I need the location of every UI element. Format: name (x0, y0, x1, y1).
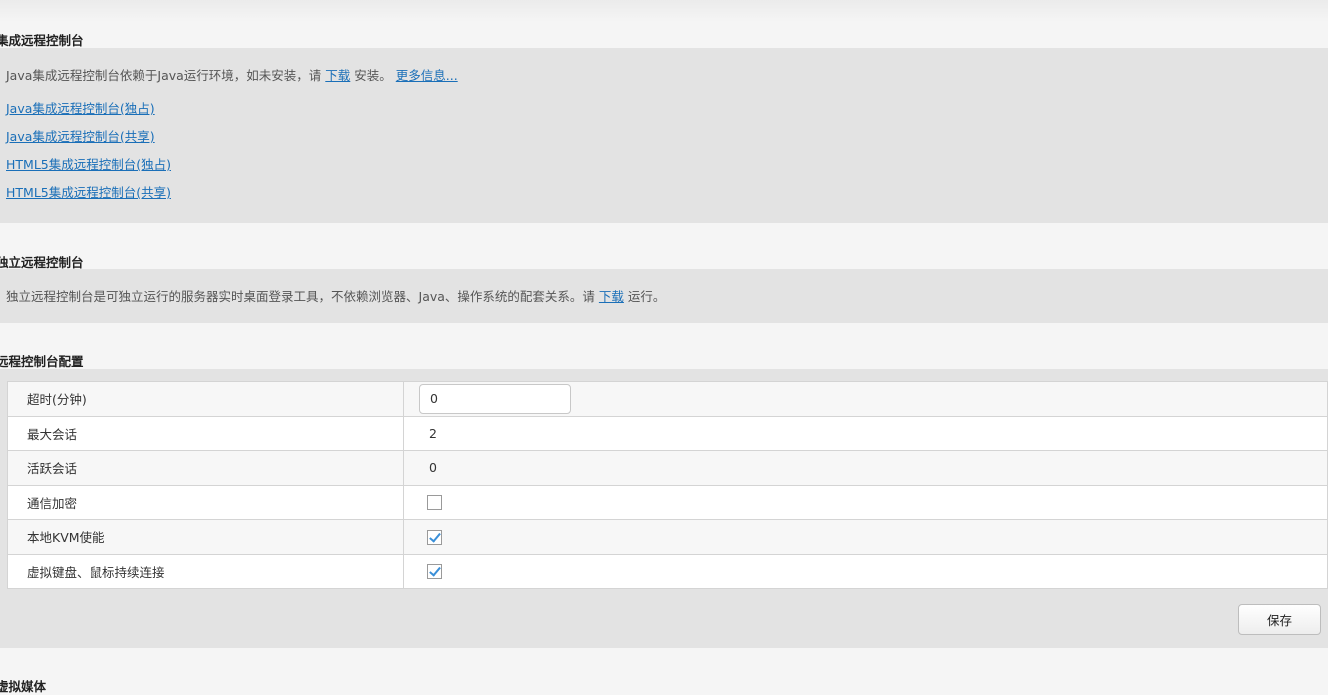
encryption-label: 通信加密 (7, 484, 404, 520)
config-title: 远程控制台配置 (0, 354, 84, 369)
active-sessions-label: 活跃会话 (7, 450, 404, 486)
config-row-encryption: 通信加密 (7, 484, 1328, 520)
encryption-checkbox[interactable] (427, 495, 442, 511)
standalone-console-panel: 独立远程控制台是可独立运行的服务器实时桌面登录工具，不依赖浏览器、Java、操作… (0, 269, 1328, 323)
config-row-persistent-connection: 虚拟键盘、鼠标持续连接 (7, 553, 1328, 589)
standalone-desc-suffix: 运行。 (623, 289, 666, 304)
config-row-local-kvm: 本地KVM使能 (7, 519, 1328, 555)
max-sessions-value: 2 (403, 415, 1328, 451)
timeout-label: 超时(分钟) (7, 381, 404, 417)
save-button[interactable]: 保存 (1238, 604, 1321, 635)
integrated-console-desc: Java集成远程控制台依赖于Java运行环境，如未安装，请 下载 安装。 更多信… (6, 65, 458, 84)
html5-console-shared-link[interactable]: HTML5集成远程控制台(共享) (6, 179, 171, 207)
integrated-desc-prefix: Java集成远程控制台依赖于Java运行环境，如未安装，请 (6, 68, 326, 83)
java-download-link[interactable]: 下载 (325, 68, 350, 83)
virtual-media-title: 虚拟媒体 (0, 679, 47, 694)
top-shadow (0, 0, 1328, 22)
persistent-connection-label: 虚拟键盘、鼠标持续连接 (7, 553, 404, 589)
config-row-timeout: 超时(分钟) (7, 381, 1328, 417)
more-info-link[interactable]: 更多信息... (396, 68, 458, 83)
html5-console-exclusive-link[interactable]: HTML5集成远程控制台(独占) (6, 151, 171, 179)
standalone-desc-prefix: 独立远程控制台是可独立运行的服务器实时桌面登录工具，不依赖浏览器、Java、操作… (6, 289, 599, 304)
standalone-download-link[interactable]: 下载 (599, 289, 624, 304)
config-row-max-sessions: 最大会话 2 (7, 415, 1328, 451)
config-table: 超时(分钟) 最大会话 2 活跃会话 0 通信加密 (7, 381, 1328, 589)
max-sessions-label: 最大会话 (7, 415, 404, 451)
java-console-exclusive-link[interactable]: Java集成远程控制台(独占) (6, 95, 171, 123)
integrated-desc-mid: 安装。 (350, 68, 396, 83)
config-panel: 超时(分钟) 最大会话 2 活跃会话 0 通信加密 (0, 369, 1328, 648)
persistent-connection-checkbox[interactable] (427, 564, 442, 580)
integrated-console-panel: Java集成远程控制台依赖于Java运行环境，如未安装，请 下载 安装。 更多信… (0, 48, 1328, 223)
java-console-shared-link[interactable]: Java集成远程控制台(共享) (6, 123, 171, 151)
local-kvm-checkbox[interactable] (427, 529, 442, 545)
config-row-active-sessions: 活跃会话 0 (7, 450, 1328, 486)
active-sessions-value: 0 (403, 450, 1328, 486)
integrated-console-links: Java集成远程控制台(独占) Java集成远程控制台(共享) HTML5集成远… (6, 95, 171, 207)
integrated-console-title: 集成远程控制台 (0, 33, 84, 48)
local-kvm-label: 本地KVM使能 (7, 519, 404, 555)
timeout-input[interactable] (419, 383, 571, 414)
remote-console-page: 集成远程控制台 Java集成远程控制台依赖于Java运行环境，如未安装，请 下载… (0, 0, 1328, 694)
standalone-console-desc: 独立远程控制台是可独立运行的服务器实时桌面登录工具，不依赖浏览器、Java、操作… (6, 286, 665, 305)
